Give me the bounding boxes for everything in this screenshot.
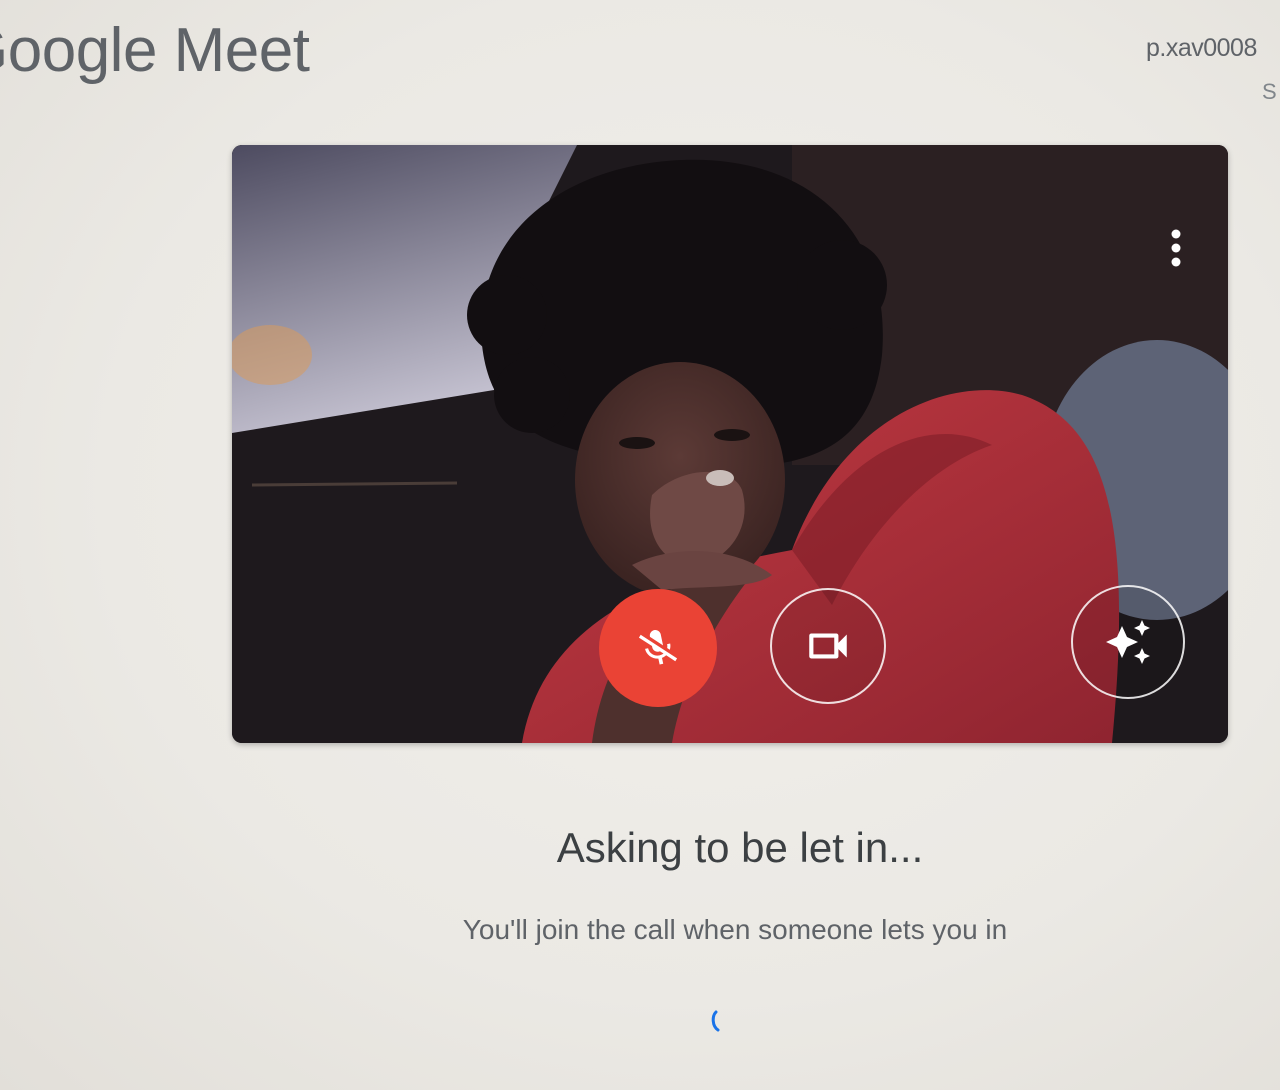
- sparkle-icon: [1104, 618, 1152, 666]
- right-eye: [714, 429, 750, 441]
- couch-edge: [251, 481, 458, 487]
- status-title: Asking to be let in...: [556, 824, 924, 871]
- meet-waiting-room: Google Meet p.xav0008 S: [0, 0, 1280, 1090]
- camera-toggle-button[interactable]: [770, 588, 886, 704]
- microphone-toggle-button[interactable]: [599, 589, 717, 707]
- account-info: p.xav0008: [1146, 30, 1280, 66]
- hair-curl-3: [797, 240, 887, 330]
- more-options-button[interactable]: [1158, 225, 1194, 271]
- visual-effects-button[interactable]: [1071, 585, 1185, 699]
- mic-off-icon: [636, 626, 680, 670]
- loading-spinner-icon: [704, 1006, 734, 1036]
- switch-account-link[interactable]: S: [1262, 78, 1277, 106]
- hair-curl-2: [494, 357, 570, 433]
- logo[interactable]: Google Meet: [0, 6, 420, 96]
- videocam-icon: [803, 621, 853, 671]
- logo-text: Google Meet: [0, 16, 310, 85]
- status-subtitle: You'll join the call when someone lets y…: [462, 914, 1008, 945]
- fingernail: [706, 470, 734, 486]
- self-video-preview: [232, 145, 1228, 743]
- account-email: p.xav0008: [1146, 34, 1257, 62]
- left-eye: [619, 437, 655, 449]
- more-vert-icon: [1170, 228, 1182, 268]
- hair-curl-1: [467, 275, 547, 355]
